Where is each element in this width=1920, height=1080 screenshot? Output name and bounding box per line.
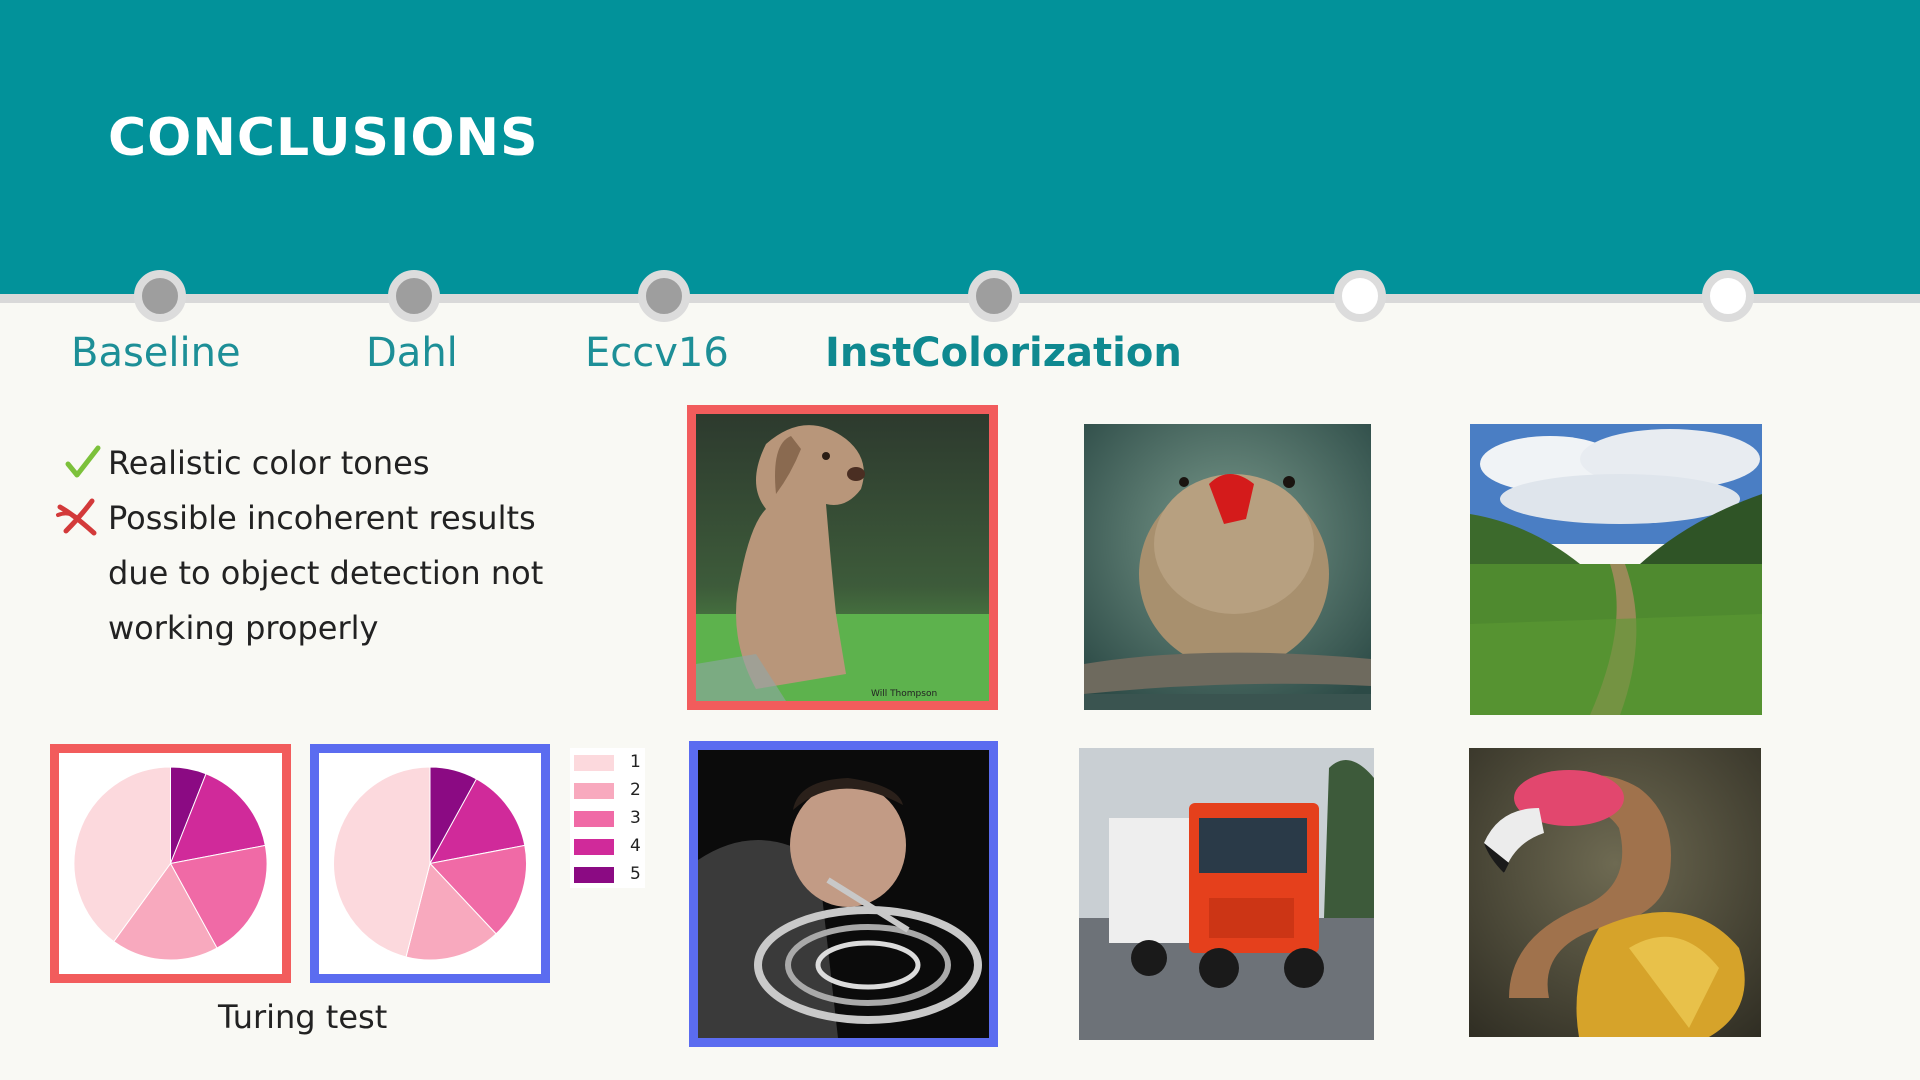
legend-swatch-5: [574, 867, 614, 883]
bullet-text: due to object detection not: [108, 554, 544, 592]
legend-label: 4: [630, 836, 641, 856]
check-icon: [65, 445, 101, 478]
bullet-text: Realistic color tones: [108, 444, 430, 482]
pie-chart-2-frame: [310, 744, 550, 983]
step-label-baseline[interactable]: Baseline: [71, 330, 241, 376]
pie-chart-2: [333, 766, 527, 961]
timeline-node-instcolorization[interactable]: [968, 270, 1020, 322]
cross-icon: [56, 498, 97, 536]
legend-swatch-3: [574, 811, 614, 827]
pie-chart-1-frame: [50, 744, 291, 983]
legend-swatch-2: [574, 783, 614, 799]
step-label-instcolorization[interactable]: InstColorization: [825, 330, 1182, 376]
legend-label: 1: [630, 752, 641, 772]
legend-swatch-1: [574, 755, 614, 771]
pie-legend: 1 2 3 4 5: [570, 748, 645, 888]
pie-chart-1: [73, 766, 268, 961]
timeline-node-5[interactable]: [1334, 270, 1386, 322]
dog-watermark: Will Thompson: [871, 689, 937, 699]
legend-swatch-4: [574, 839, 614, 855]
truck-photo: [1079, 748, 1374, 1040]
step-label-dahl[interactable]: Dahl: [366, 330, 458, 376]
turing-test-caption: Turing test: [218, 998, 388, 1036]
timeline-node-dahl[interactable]: [388, 270, 440, 322]
legend-label: 5: [630, 864, 641, 884]
dog-photo: Will Thompson: [687, 405, 998, 710]
slide-title: CONCLUSIONS: [108, 108, 539, 168]
step-label-eccv16[interactable]: Eccv16: [585, 330, 729, 376]
landscape-photo: [1470, 424, 1762, 715]
timeline-track: [0, 294, 1920, 303]
horn-player-photo: [689, 741, 998, 1047]
flamingo-photo: [1469, 748, 1761, 1037]
bird-photo: [1084, 424, 1371, 710]
legend-label: 3: [630, 808, 641, 828]
legend-label: 2: [630, 780, 641, 800]
bullet-text: working properly: [108, 609, 379, 647]
timeline-node-baseline[interactable]: [134, 270, 186, 322]
timeline-node-eccv16[interactable]: [638, 270, 690, 322]
bullet-text: Possible incoherent results: [108, 499, 536, 537]
timeline-node-6[interactable]: [1702, 270, 1754, 322]
